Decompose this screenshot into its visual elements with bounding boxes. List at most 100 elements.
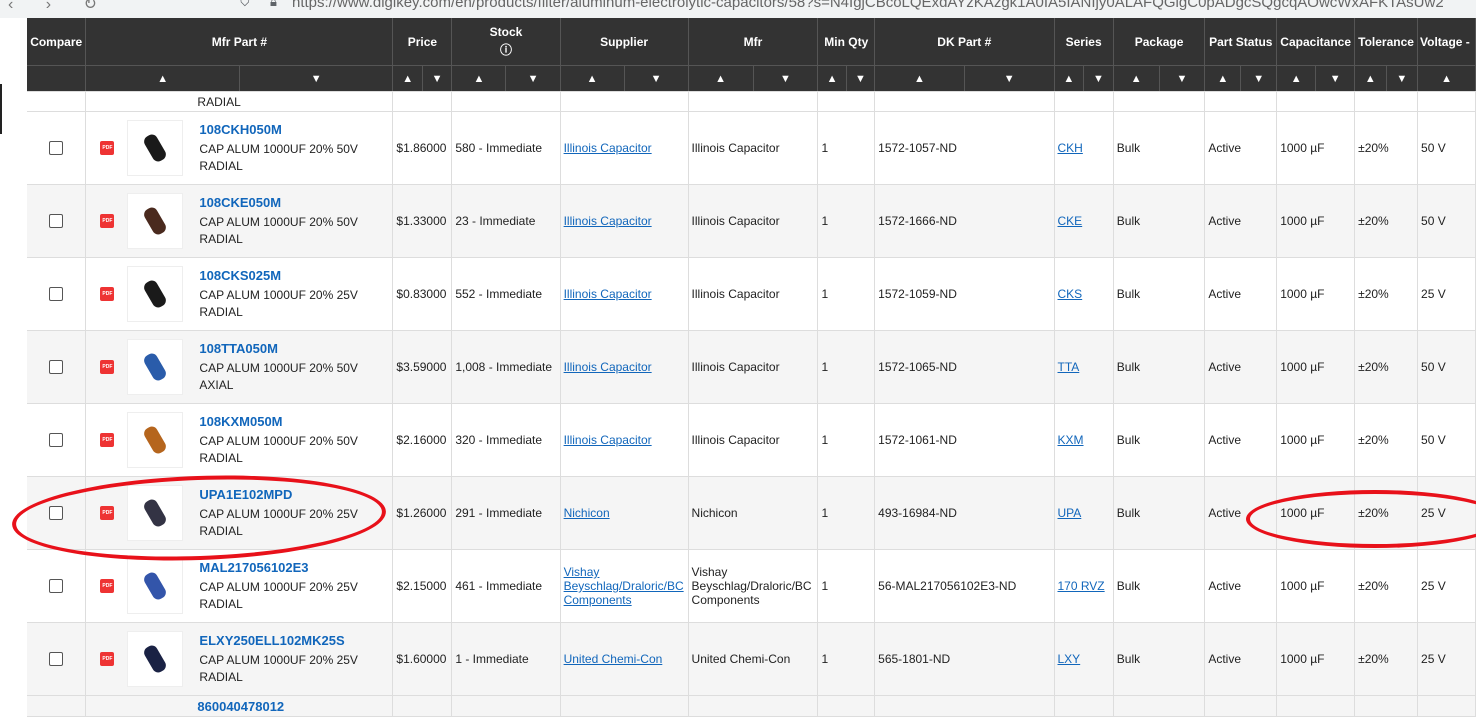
col-mfr-part[interactable]: Mfr Part # (85, 18, 394, 66)
voltage-cell: 25 V (1417, 257, 1476, 331)
supplier-link[interactable]: Illinois Capacitor (564, 287, 652, 301)
product-thumbnail[interactable] (127, 558, 184, 614)
product-thumbnail[interactable] (127, 631, 184, 687)
series-link[interactable]: KXM (1058, 433, 1084, 447)
sort-asc-icon[interactable]: ▲ (393, 66, 423, 91)
pdf-icon[interactable]: PDF (100, 141, 115, 155)
compare-checkbox[interactable] (49, 141, 64, 155)
sort-asc-icon[interactable]: ▲ (1055, 66, 1085, 91)
part-number-link[interactable]: ELXY250ELL102MK25S (199, 633, 389, 648)
capacitance-cell: 1000 µF (1276, 111, 1356, 185)
series-cell: KXM (1054, 403, 1114, 477)
part-number-link[interactable]: 108CKE050M (199, 195, 389, 210)
sort-asc-icon[interactable]: ▲ (1277, 66, 1317, 91)
sort-desc-icon[interactable]: ▼ (1084, 67, 1112, 91)
part-number-link[interactable]: 860040478012 (89, 699, 284, 714)
series-link[interactable]: LXY (1058, 652, 1081, 666)
part-number-link[interactable]: 108CKH050M (199, 122, 389, 137)
supplier-link[interactable]: Illinois Capacitor (564, 433, 652, 447)
col-tolerance[interactable]: Tolerance (1354, 18, 1419, 66)
sort-asc-icon[interactable]: ▲ (1205, 66, 1242, 91)
product-thumbnail[interactable] (127, 120, 184, 176)
address-text[interactable]: https://www.digikey.com/en/products/filt… (292, 0, 1444, 11)
sort-asc-icon[interactable]: ▲ (689, 66, 754, 91)
nav-buttons[interactable]: ‹ › ↻ (8, 0, 111, 14)
pdf-icon[interactable]: PDF (100, 360, 115, 374)
sort-asc-icon[interactable]: ▲ (1114, 66, 1160, 91)
sort-asc-icon[interactable]: ▲ (1418, 67, 1474, 91)
supplier-link[interactable]: Illinois Capacitor (564, 360, 652, 374)
tolerance-cell: ±20% (1354, 111, 1419, 185)
col-compare[interactable]: Compare (27, 18, 87, 66)
supplier-link[interactable]: United Chemi-Con (564, 652, 663, 666)
sort-cell-min-qty: ▲ ▼ (817, 65, 876, 92)
stock-help-icon[interactable]: ⓘ (454, 41, 557, 58)
series-link[interactable]: CKE (1058, 214, 1083, 228)
col-dk-part[interactable]: DK Part # (874, 18, 1055, 66)
sort-desc-icon[interactable]: ▼ (965, 67, 1053, 91)
col-supplier[interactable]: Supplier (560, 18, 689, 66)
sort-desc-icon[interactable]: ▼ (423, 67, 451, 91)
sort-desc-icon[interactable]: ▼ (506, 67, 559, 91)
supplier-link[interactable]: Illinois Capacitor (564, 141, 652, 155)
col-capacitance[interactable]: Capacitance (1276, 18, 1356, 66)
col-price[interactable]: Price (392, 18, 453, 66)
sort-desc-icon[interactable]: ▼ (1387, 67, 1417, 91)
sort-desc-icon[interactable]: ▼ (1241, 67, 1275, 91)
sort-desc-icon[interactable]: ▼ (240, 67, 392, 91)
series-link[interactable]: CKS (1058, 287, 1083, 301)
part-description: CAP ALUM 1000UF 20% 25V RADIAL (199, 652, 358, 684)
col-part-status[interactable]: Part Status (1204, 18, 1278, 66)
col-package[interactable]: Package (1113, 18, 1206, 66)
compare-checkbox[interactable] (49, 360, 64, 374)
sort-asc-icon[interactable]: ▲ (1355, 66, 1387, 91)
compare-checkbox[interactable] (49, 287, 64, 301)
product-thumbnail[interactable] (127, 193, 184, 249)
product-thumbnail[interactable] (127, 485, 184, 541)
compare-checkbox[interactable] (49, 652, 64, 666)
series-link[interactable]: UPA (1058, 506, 1082, 520)
pdf-icon[interactable]: PDF (100, 433, 115, 447)
part-number-link[interactable]: MAL217056102E3 (199, 560, 389, 575)
supplier-link[interactable]: Vishay Beyschlag/Draloric/BC Components (564, 565, 684, 607)
sort-desc-icon[interactable]: ▼ (1316, 67, 1353, 91)
sort-desc-icon[interactable]: ▼ (847, 67, 874, 91)
part-number-link[interactable]: UPA1E102MPD (199, 487, 389, 502)
sort-asc-icon[interactable]: ▲ (561, 66, 625, 91)
product-thumbnail[interactable] (127, 266, 184, 322)
product-thumbnail[interactable] (127, 412, 184, 468)
supplier-link[interactable]: Illinois Capacitor (564, 214, 652, 228)
sort-asc-icon[interactable]: ▲ (452, 66, 507, 91)
col-mfr[interactable]: Mfr (688, 18, 819, 66)
sort-asc-icon[interactable]: ▲ (818, 66, 847, 91)
col-stock[interactable]: Stock ⓘ (451, 18, 561, 66)
sort-asc-icon[interactable]: ▲ (86, 66, 240, 91)
col-voltage[interactable]: Voltage - (1417, 18, 1476, 66)
series-link[interactable]: CKH (1058, 141, 1083, 155)
pdf-icon[interactable]: PDF (100, 506, 115, 520)
series-link[interactable]: TTA (1058, 360, 1080, 374)
sort-desc-icon[interactable]: ▼ (625, 67, 687, 91)
col-series[interactable]: Series (1054, 18, 1114, 66)
compare-checkbox[interactable] (49, 579, 64, 593)
supplier-link[interactable]: Nichicon (564, 506, 610, 520)
part-number-link[interactable]: 108TTA050M (199, 341, 389, 356)
sort-desc-icon[interactable]: ▼ (1160, 67, 1204, 91)
product-thumbnail[interactable] (127, 339, 184, 395)
status-cell: Active (1204, 184, 1278, 258)
series-link[interactable]: 170 RVZ (1058, 579, 1105, 593)
pdf-icon[interactable]: PDF (100, 652, 115, 666)
pdf-icon[interactable]: PDF (100, 214, 115, 228)
col-min-qty[interactable]: Min Qty (817, 18, 876, 66)
pdf-icon[interactable]: PDF (100, 579, 115, 593)
compare-checkbox[interactable] (49, 433, 64, 447)
part-number-link[interactable]: 108CKS025M (199, 268, 389, 283)
compare-checkbox[interactable] (49, 506, 64, 520)
sort-asc-icon[interactable]: ▲ (875, 66, 965, 91)
site-info-icon[interactable]: ⛉ (240, 0, 250, 10)
compare-cell (27, 476, 87, 550)
sort-desc-icon[interactable]: ▼ (754, 67, 817, 91)
compare-checkbox[interactable] (49, 214, 64, 228)
pdf-icon[interactable]: PDF (100, 287, 115, 301)
part-number-link[interactable]: 108KXM050M (199, 414, 389, 429)
